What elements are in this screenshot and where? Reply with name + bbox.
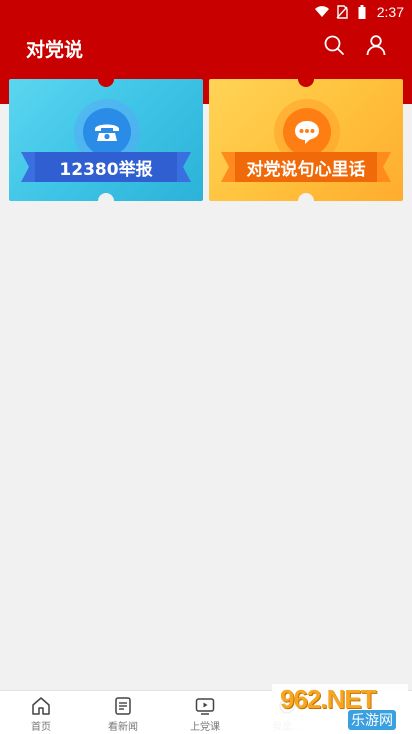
nav-label: 上党课 xyxy=(190,722,220,733)
no-sim-icon xyxy=(335,5,349,19)
nav-item-news[interactable]: 看新闻 xyxy=(82,691,164,734)
nav-item-home[interactable]: 首页 xyxy=(0,691,82,734)
news-icon xyxy=(115,697,131,715)
user-icon[interactable] xyxy=(365,34,387,56)
nav-label: 看新闻 xyxy=(108,722,138,733)
card-notch xyxy=(98,79,114,87)
watermark: 962.NET 乐游网 xyxy=(272,684,408,732)
nav-label: 首页 xyxy=(31,722,51,733)
battery-icon xyxy=(355,5,369,19)
heart-talk-card-label: 对党说句心里话 xyxy=(235,152,377,182)
search-icon[interactable] xyxy=(323,34,345,56)
nav-item-class[interactable]: 上党课 xyxy=(164,691,246,734)
wifi-icon xyxy=(314,5,329,19)
status-time: 2:37 xyxy=(376,4,404,20)
video-icon xyxy=(195,698,215,715)
heart-talk-card[interactable]: 对党说句心里话 xyxy=(209,79,403,201)
report-card[interactable]: 12380举报 xyxy=(9,79,203,201)
report-card-label: 12380举报 xyxy=(35,152,177,182)
status-bar: 2:37 xyxy=(0,0,412,24)
page-title: 对党说 xyxy=(26,39,84,61)
home-icon xyxy=(32,697,50,715)
card-notch xyxy=(298,193,314,201)
watermark-secondary: 乐游网 xyxy=(348,710,396,730)
card-notch xyxy=(298,79,314,87)
card-notch xyxy=(98,193,114,201)
